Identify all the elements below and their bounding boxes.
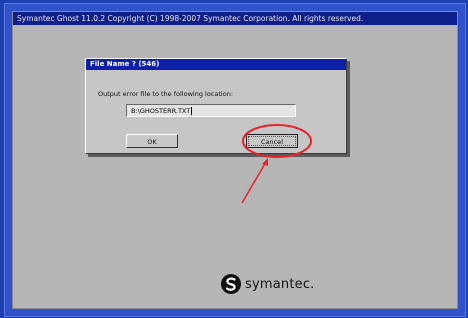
app-title-bar: Symantec Ghost 11.0.2 Copyright (C) 1998… xyxy=(13,12,457,25)
ghost-app-window: Symantec Ghost 11.0.2 Copyright (C) 1998… xyxy=(12,11,458,309)
dialog-title: File Name ? (546) xyxy=(86,59,346,70)
file-path-input[interactable]: B:\GHOSTERR.TXT xyxy=(126,104,296,117)
cancel-button[interactable]: Cancel xyxy=(246,134,298,148)
symantec-logo-text: symantec. xyxy=(245,276,315,292)
file-name-dialog: File Name ? (546) Output error file to t… xyxy=(85,58,347,154)
text-caret xyxy=(191,107,193,115)
monitor-screen: Symantec Ghost 11.0.2 Copyright (C) 1998… xyxy=(4,3,466,317)
file-path-value: B:\GHOSTERR.TXT xyxy=(131,107,191,115)
symantec-logo-icon xyxy=(221,274,241,294)
symantec-logo: symantec. xyxy=(221,272,315,296)
dialog-prompt: Output error file to the following locat… xyxy=(98,90,234,98)
ok-button[interactable]: OK xyxy=(126,134,178,148)
